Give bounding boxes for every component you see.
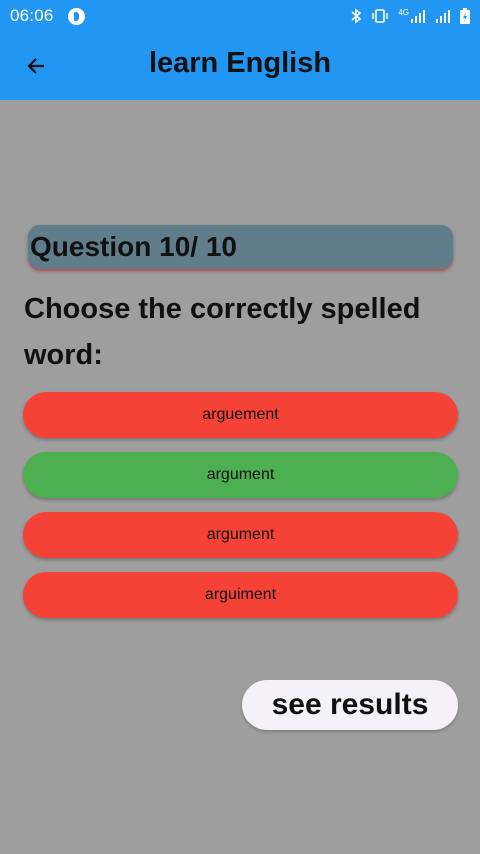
question-prompt: Choose the correctly spelled word: (24, 293, 421, 371)
answer-option-label: argument (206, 526, 275, 543)
answer-option[interactable]: arguiment (23, 572, 458, 618)
answer-option-label: arguement (202, 406, 279, 423)
battery-charging-icon (460, 8, 470, 24)
answer-options: arguement argument argument arguiment (23, 392, 458, 632)
status-bar: 06:06 4G (0, 0, 480, 32)
answer-option[interactable]: argument (23, 452, 458, 498)
answer-option-label: argument (206, 466, 275, 483)
answer-option[interactable]: argument (23, 512, 458, 558)
status-time: 06:06 (10, 6, 54, 25)
app-title: learn English (148, 47, 332, 79)
network-type-label: 4G (398, 7, 409, 17)
status-icons: 4G (350, 8, 470, 24)
app-bar: learn English (0, 32, 480, 100)
see-results-button[interactable]: see results (242, 680, 458, 730)
bluetooth-icon (351, 8, 362, 24)
answer-option-label: arguiment (204, 586, 277, 603)
answer-option[interactable]: arguement (23, 392, 458, 438)
question-counter-box: Question 10/ 10 (28, 225, 453, 269)
app-notification-icon (67, 7, 85, 25)
question-counter: Question 10/ 10 (30, 231, 237, 262)
signal-icon (436, 10, 450, 23)
vibrate-icon (372, 9, 389, 23)
signal-icon (411, 10, 425, 23)
